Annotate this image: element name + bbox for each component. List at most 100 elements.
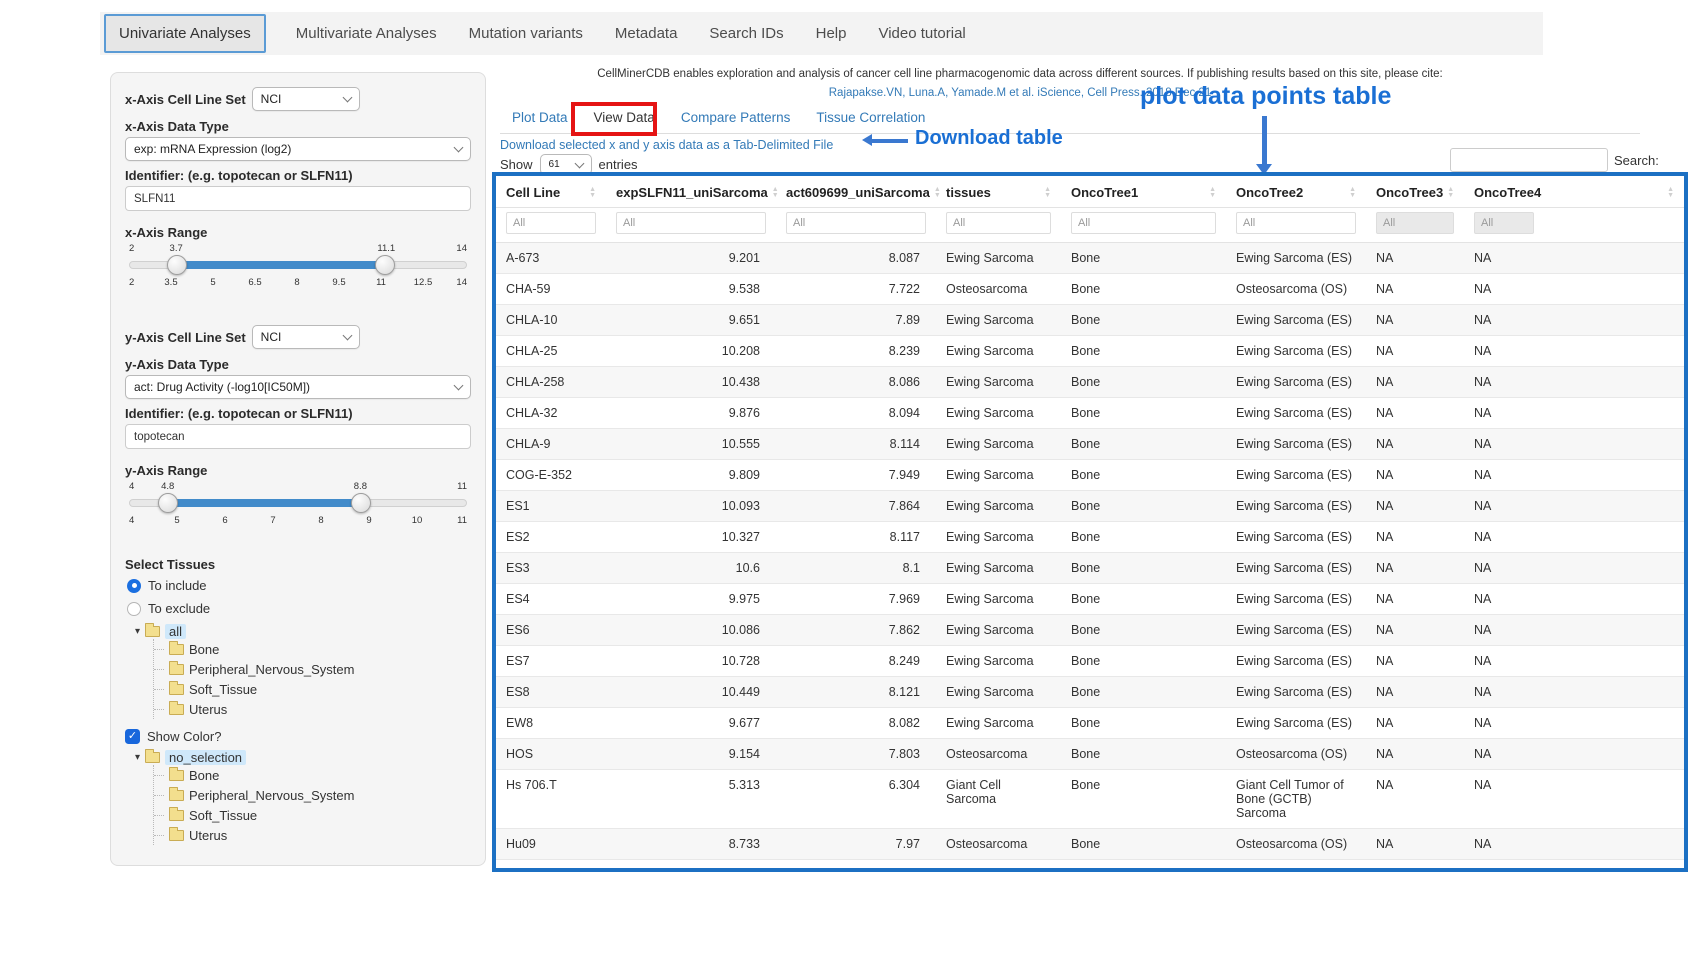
oncotree2-cell: Ewing Sarcoma (ES) bbox=[1226, 708, 1366, 739]
filter-expslfn11[interactable] bbox=[616, 212, 766, 234]
expslfn11-cell: 10.449 bbox=[606, 677, 776, 708]
oncotree3-cell: NA bbox=[1366, 708, 1464, 739]
tree-item-soft-tissue[interactable]: Soft_Tissue bbox=[154, 679, 471, 699]
sort-icon[interactable]: ▲▼ bbox=[934, 187, 941, 199]
sort-icon[interactable]: ▲▼ bbox=[589, 187, 596, 199]
y-cell-line-set-select[interactable]: NCI bbox=[252, 325, 360, 349]
sort-icon[interactable]: ▲▼ bbox=[1044, 187, 1051, 199]
col-header-cell-line[interactable]: Cell Line▲▼ bbox=[496, 176, 606, 208]
tree-item-uterus[interactable]: Uterus bbox=[154, 825, 471, 845]
nav-tab-video-tutorial[interactable]: Video tutorial bbox=[876, 25, 967, 42]
tree-item-soft-tissue[interactable]: Soft_Tissue bbox=[154, 805, 471, 825]
oncotree3-cell: NA bbox=[1366, 522, 1464, 553]
folder-icon bbox=[169, 810, 184, 821]
table-row: COG-E-352 9.809 7.949 Ewing Sarcoma Bone… bbox=[496, 460, 1684, 491]
oncotree2-cell: Osteosarcoma (OS) bbox=[1226, 860, 1366, 873]
table-row: CHA-59 9.538 7.722 Osteosarcoma Bone Ost… bbox=[496, 274, 1684, 305]
col-header-expslfn11[interactable]: expSLFN11_uniSarcoma▲▼ bbox=[606, 176, 776, 208]
oncotree3-cell: NA bbox=[1366, 336, 1464, 367]
tree-item-peripheral-nervous-system[interactable]: Peripheral_Nervous_System bbox=[154, 659, 471, 679]
nav-tab-search-ids[interactable]: Search IDs bbox=[707, 25, 785, 42]
color-tree-root[interactable]: ▾ no_selection bbox=[135, 750, 471, 765]
x-range-high-handle[interactable] bbox=[375, 255, 395, 275]
tree-item-bone[interactable]: Bone bbox=[154, 765, 471, 785]
table-search-input[interactable] bbox=[1450, 148, 1608, 172]
expslfn11-cell: 10.438 bbox=[606, 367, 776, 398]
oncotree1-cell: Bone bbox=[1061, 491, 1226, 522]
nav-tab-univariate-analyses[interactable]: Univariate Analyses bbox=[104, 14, 266, 53]
sort-icon[interactable]: ▲▼ bbox=[1667, 187, 1674, 199]
col-header-oncotree1[interactable]: OncoTree1▲▼ bbox=[1061, 176, 1226, 208]
oncotree1-cell: Bone bbox=[1061, 829, 1226, 860]
table-row: ES6 10.086 7.862 Ewing Sarcoma Bone Ewin… bbox=[496, 615, 1684, 646]
col-header-oncotree3[interactable]: OncoTree3▲▼ bbox=[1366, 176, 1464, 208]
tree-item-bone[interactable]: Bone bbox=[154, 639, 471, 659]
cell-line-cell: ES7 bbox=[496, 646, 606, 677]
cell-line-cell: A-673 bbox=[496, 243, 606, 274]
oncotree1-cell: Bone bbox=[1061, 677, 1226, 708]
nav-tab-mutation-variants[interactable]: Mutation variants bbox=[467, 25, 585, 42]
oncotree4-cell: NA bbox=[1464, 491, 1684, 522]
radio-to-exclude[interactable]: To exclude bbox=[127, 601, 471, 616]
folder-icon bbox=[169, 770, 184, 781]
x-cell-line-set-select[interactable]: NCI bbox=[252, 87, 360, 111]
act609699-cell: 7.803 bbox=[776, 739, 936, 770]
tissues-cell: Ewing Sarcoma bbox=[936, 646, 1061, 677]
x-data-type-select[interactable]: exp: mRNA Expression (log2) bbox=[125, 137, 471, 161]
y-identifier-input[interactable] bbox=[125, 424, 471, 449]
oncotree3-cell: NA bbox=[1366, 615, 1464, 646]
x-identifier-input[interactable] bbox=[125, 186, 471, 211]
tree-toggle-icon[interactable]: ▾ bbox=[135, 627, 140, 637]
tissues-cell: Giant Cell Sarcoma bbox=[936, 770, 1061, 829]
tissue-tree-root[interactable]: ▾ all bbox=[135, 624, 471, 639]
col-header-tissues[interactable]: tissues▲▼ bbox=[936, 176, 1061, 208]
col-header-act609699[interactable]: act609699_uniSarcoma▲▼ bbox=[776, 176, 936, 208]
tree-toggle-icon[interactable]: ▾ bbox=[135, 753, 140, 763]
y-cell-line-set-value: NCI bbox=[261, 330, 282, 344]
oncotree3-cell: NA bbox=[1366, 860, 1464, 873]
tree-root-label: all bbox=[165, 624, 186, 639]
filter-oncotree2[interactable] bbox=[1236, 212, 1356, 234]
tissues-cell: Ewing Sarcoma bbox=[936, 584, 1061, 615]
filter-oncotree3[interactable] bbox=[1376, 212, 1454, 234]
oncotree4-cell: NA bbox=[1464, 677, 1684, 708]
filter-tissues[interactable] bbox=[946, 212, 1051, 234]
act609699-cell: 6.304 bbox=[776, 770, 936, 829]
show-color-checkbox-row[interactable]: ✓ Show Color? bbox=[125, 729, 471, 744]
act609699-cell: 8.1 bbox=[776, 553, 936, 584]
tab-compare-patterns[interactable]: Compare Patterns bbox=[681, 110, 791, 125]
sort-icon[interactable]: ▲▼ bbox=[1447, 187, 1454, 199]
col-header-oncotree4[interactable]: OncoTree4▲▼ bbox=[1464, 176, 1684, 208]
tree-item-peripheral-nervous-system[interactable]: Peripheral_Nervous_System bbox=[154, 785, 471, 805]
filter-act609699[interactable] bbox=[786, 212, 926, 234]
y-range-low-handle[interactable] bbox=[158, 493, 178, 513]
nav-tab-multivariate-analyses[interactable]: Multivariate Analyses bbox=[294, 25, 439, 42]
y-range-high-handle[interactable] bbox=[351, 493, 371, 513]
tissues-cell: Ewing Sarcoma bbox=[936, 522, 1061, 553]
oncotree1-cell: Bone bbox=[1061, 336, 1226, 367]
tab-tissue-correlation[interactable]: Tissue Correlation bbox=[816, 110, 925, 125]
y-data-type-select[interactable]: act: Drug Activity (-log10[IC50M]) bbox=[125, 375, 471, 399]
download-tab-delimited-link[interactable]: Download selected x and y axis data as a… bbox=[500, 138, 833, 152]
color-tree: ▾ no_selection Bone Peripheral_Nervous_S… bbox=[135, 750, 471, 845]
filter-cell-line[interactable] bbox=[506, 212, 596, 234]
nav-tab-help[interactable]: Help bbox=[814, 25, 849, 42]
oncotree2-cell: Ewing Sarcoma (ES) bbox=[1226, 243, 1366, 274]
sort-icon[interactable]: ▲▼ bbox=[772, 187, 779, 199]
tissues-cell: Ewing Sarcoma bbox=[936, 305, 1061, 336]
radio-to-include[interactable]: To include bbox=[127, 578, 471, 593]
oncotree2-cell: Ewing Sarcoma (ES) bbox=[1226, 367, 1366, 398]
cell-line-cell: EW8 bbox=[496, 708, 606, 739]
sort-icon[interactable]: ▲▼ bbox=[1209, 187, 1216, 199]
filter-oncotree1[interactable] bbox=[1071, 212, 1216, 234]
filter-oncotree4[interactable] bbox=[1474, 212, 1534, 234]
tree-item-uterus[interactable]: Uterus bbox=[154, 699, 471, 719]
tab-plot-data[interactable]: Plot Data bbox=[512, 110, 568, 125]
tissues-cell: Ewing Sarcoma bbox=[936, 708, 1061, 739]
x-range-low-handle[interactable] bbox=[167, 255, 187, 275]
chevron-down-icon bbox=[342, 331, 352, 341]
sort-icon[interactable]: ▲▼ bbox=[1349, 187, 1356, 199]
cell-line-cell: CHA-59 bbox=[496, 274, 606, 305]
col-header-oncotree2[interactable]: OncoTree2▲▼ bbox=[1226, 176, 1366, 208]
nav-tab-metadata[interactable]: Metadata bbox=[613, 25, 680, 42]
